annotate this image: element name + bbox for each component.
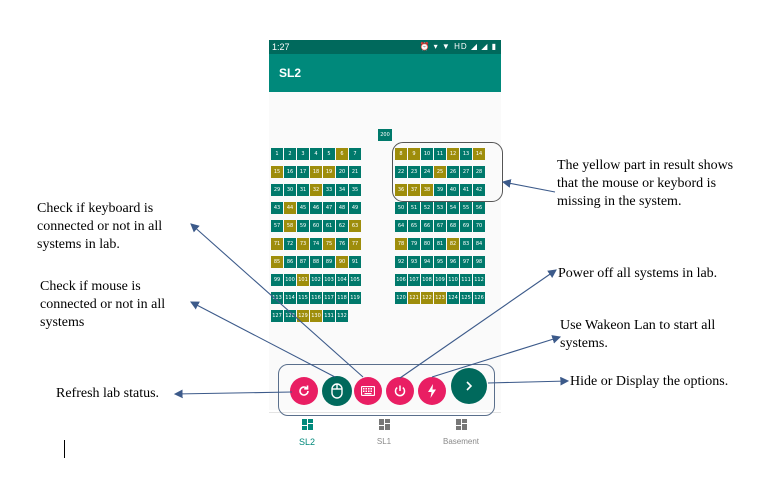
note-yellow-part: The yellow part in result shows that the… <box>557 157 733 211</box>
note-line: Use Wakeon Lan to start all <box>560 318 716 333</box>
note-line: systems <box>40 315 85 330</box>
note-wakeon: Use Wakeon Lan to start all systems. <box>560 317 715 353</box>
arrow-keyboard <box>190 223 364 378</box>
arrow-mouse <box>190 301 336 378</box>
note-line: Check if keyboard is <box>37 201 154 216</box>
note-line: Check if mouse is <box>40 279 141 294</box>
note-keyboard: Check if keyboard is connected or not in… <box>37 200 162 254</box>
note-line: connected or not in all <box>40 297 166 312</box>
note-line: connected or not in all <box>37 219 163 234</box>
text-cursor <box>64 440 65 458</box>
note-line: missing in the system. <box>557 194 682 209</box>
note-line: Power off all systems in lab. <box>558 266 718 281</box>
arrow-yellow <box>501 179 556 193</box>
arrow-power <box>399 269 557 379</box>
note-line: that the mouse or keybord is <box>557 176 717 191</box>
arrow-hide <box>487 376 570 386</box>
note-line: Refresh lab status. <box>56 386 160 401</box>
arrow-refresh <box>173 389 293 399</box>
note-hide: Hide or Display the options. <box>570 373 728 391</box>
note-power: Power off all systems in lab. <box>558 265 717 283</box>
note-refresh: Refresh lab status. <box>56 385 159 403</box>
note-mouse: Check if mouse is connected or not in al… <box>40 278 165 332</box>
note-line: Hide or Display the options. <box>570 374 729 389</box>
note-line: systems. <box>560 336 608 351</box>
note-line: systems in lab. <box>37 237 120 252</box>
note-line: The yellow part in result shows <box>557 158 734 173</box>
